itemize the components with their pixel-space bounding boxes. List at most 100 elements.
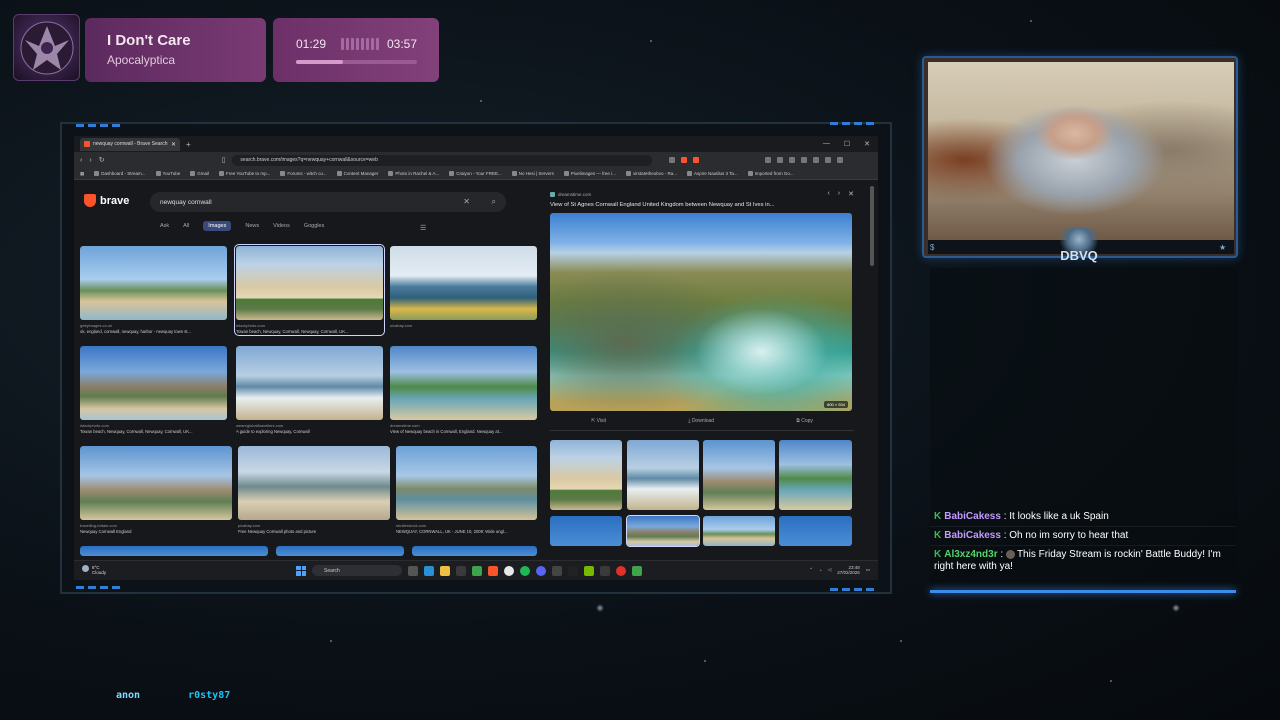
- close-window-icon[interactable]: ✕: [864, 140, 870, 148]
- download-button[interactable]: ⤓ Download: [688, 418, 714, 424]
- related-image[interactable]: [626, 515, 700, 547]
- edge-icon[interactable]: [424, 565, 434, 576]
- next-icon[interactable]: ›: [838, 190, 840, 198]
- new-tab-icon[interactable]: +: [186, 140, 191, 149]
- related-image[interactable]: [779, 440, 852, 510]
- preview-source[interactable]: dreamstime.com: [550, 192, 854, 197]
- obs-icon[interactable]: [616, 565, 626, 576]
- tab-all[interactable]: All: [183, 223, 189, 231]
- close-preview-icon[interactable]: ✕: [848, 190, 854, 198]
- image-result[interactable]: istockphoto.com Towan beach, Newquay, Co…: [80, 346, 227, 434]
- extension-icon[interactable]: [765, 157, 772, 163]
- extension-icon[interactable]: [777, 157, 784, 163]
- search-icon[interactable]: ⌕: [492, 197, 496, 207]
- search-input[interactable]: newquay cornwall ✕ ⌕: [150, 192, 506, 212]
- related-image[interactable]: [627, 440, 699, 510]
- task-view-icon[interactable]: [408, 565, 418, 576]
- network-icon[interactable]: ◔: [819, 568, 822, 573]
- apps-icon[interactable]: ▦: [80, 171, 84, 177]
- clock[interactable]: 23:48 27/02/2026: [837, 565, 860, 575]
- image-result[interactable]: travelling-britain.com Newquay Cornwall …: [80, 446, 232, 534]
- image-result[interactable]: pixabay.com: [390, 246, 537, 329]
- bookmark-item[interactable]: Content Manager: [336, 171, 378, 176]
- extension-icon[interactable]: [813, 157, 820, 163]
- image-result[interactable]: [80, 546, 268, 556]
- xbox-icon[interactable]: [472, 565, 482, 576]
- app-icon[interactable]: [600, 565, 610, 576]
- filter-settings-icon[interactable]: ☰: [420, 224, 426, 232]
- forward-icon[interactable]: ›: [89, 157, 91, 164]
- maximize-icon[interactable]: ☐: [844, 140, 850, 148]
- app-icon[interactable]: [552, 565, 562, 576]
- image-result-selected[interactable]: istockphoto.com Towan beach, Newquay, Co…: [234, 244, 385, 336]
- windows-start-icon[interactable]: [296, 565, 306, 576]
- reload-icon[interactable]: ↻: [99, 156, 105, 164]
- taskbar-search[interactable]: Search: [312, 565, 402, 576]
- terminal-icon[interactable]: [568, 565, 578, 576]
- related-image[interactable]: [550, 440, 622, 510]
- related-image[interactable]: [703, 516, 775, 546]
- weather-widget[interactable]: 8°C Cloudy: [82, 565, 106, 575]
- file-explorer-icon[interactable]: [440, 565, 450, 576]
- tab-images[interactable]: Images: [203, 221, 232, 231]
- image-result[interactable]: [276, 546, 404, 556]
- spotify-icon[interactable]: [520, 565, 530, 576]
- bookmark-item[interactable]: Craiyon - Your FREE...: [449, 171, 502, 176]
- bookmark-item[interactable]: virstatetheobvo - Ra...: [625, 171, 677, 176]
- brave-icon[interactable]: [488, 565, 498, 576]
- bookmark-item[interactable]: Forums - witch co...: [280, 171, 327, 176]
- bookmark-item[interactable]: Gmail: [190, 171, 209, 176]
- bookmark-item[interactable]: Dashboard - Stream...: [94, 171, 146, 176]
- share-icon[interactable]: [669, 157, 676, 163]
- chat-text: It looks like a uk Spain: [1009, 511, 1109, 522]
- discord-icon[interactable]: [536, 565, 546, 576]
- tab-news[interactable]: News: [245, 223, 259, 231]
- extension-icon[interactable]: [801, 157, 808, 163]
- related-image[interactable]: [779, 516, 852, 546]
- notification-icon[interactable]: ▭: [866, 567, 870, 573]
- clear-search-icon[interactable]: ✕: [463, 197, 470, 206]
- image-result[interactable]: wearegloballtravellers.com A guide to ex…: [236, 346, 383, 434]
- bookmark-icon[interactable]: ▯: [222, 156, 226, 164]
- close-tab-icon[interactable]: ✕: [171, 141, 176, 148]
- menu-icon[interactable]: [837, 157, 844, 163]
- brave-rewards-icon[interactable]: [693, 157, 700, 163]
- minimize-icon[interactable]: —: [823, 140, 830, 148]
- bookmark-item[interactable]: YouTube: [155, 171, 180, 176]
- bookmark-item[interactable]: Pixelimages — free i...: [563, 171, 616, 176]
- previous-icon[interactable]: ‹: [827, 190, 829, 198]
- image-result[interactable]: [412, 546, 537, 556]
- brave-shields-icon[interactable]: [681, 157, 688, 163]
- address-bar[interactable]: search.brave.com/images?q=newquay+cornwa…: [232, 154, 653, 166]
- extension-icon[interactable]: [825, 157, 832, 163]
- bookmark-item[interactable]: Imported from Go...: [747, 171, 794, 176]
- speaker-icon[interactable]: ◁: [828, 567, 831, 573]
- visit-button[interactable]: ⇱ Visit: [591, 418, 606, 424]
- image-result[interactable]: shutterstock.com NEWQUAY, CORNWALL, UK -…: [396, 446, 537, 534]
- tray-chevron-icon[interactable]: ⌃: [809, 567, 813, 573]
- scrollbar[interactable]: [870, 186, 874, 266]
- back-icon[interactable]: ‹: [80, 157, 82, 164]
- related-image[interactable]: [550, 516, 622, 546]
- browser-tab[interactable]: newquay cornwall - Brave Search ✕: [80, 137, 180, 151]
- image-result[interactable]: gettyimages.co.uk uk, england, cornwall,…: [80, 246, 227, 334]
- tab-ask[interactable]: Ask: [160, 223, 169, 231]
- brave-logo[interactable]: brave: [84, 194, 129, 207]
- tab-videos[interactable]: Videos: [273, 223, 290, 231]
- copy-button[interactable]: ⧉ Copy: [796, 418, 813, 424]
- related-image[interactable]: [703, 440, 775, 510]
- bookmark-item[interactable]: Free YouTube to mp...: [219, 171, 270, 176]
- bookmark-item[interactable]: Aspire Nautilus 3 Ta...: [686, 171, 738, 176]
- preview-image[interactable]: 800 × 534: [550, 213, 852, 411]
- tab-goggles[interactable]: Goggles: [304, 223, 325, 231]
- bookmark-item[interactable]: Photo in Rachel & A...: [388, 171, 439, 176]
- bookmark-item[interactable]: No Hesi | Servers: [511, 171, 554, 176]
- extension-icon[interactable]: [789, 157, 796, 163]
- image-result[interactable]: pixabay.com Free Newquay Cornwall photo …: [238, 446, 390, 534]
- bookmark-favicon-icon: [747, 171, 753, 176]
- chrome-icon[interactable]: [504, 565, 514, 576]
- store-icon[interactable]: [456, 565, 466, 576]
- xbox-icon[interactable]: [632, 565, 642, 576]
- nvidia-icon[interactable]: [584, 565, 594, 576]
- image-result[interactable]: dreamstime.com View of Newquay beach in …: [390, 346, 537, 434]
